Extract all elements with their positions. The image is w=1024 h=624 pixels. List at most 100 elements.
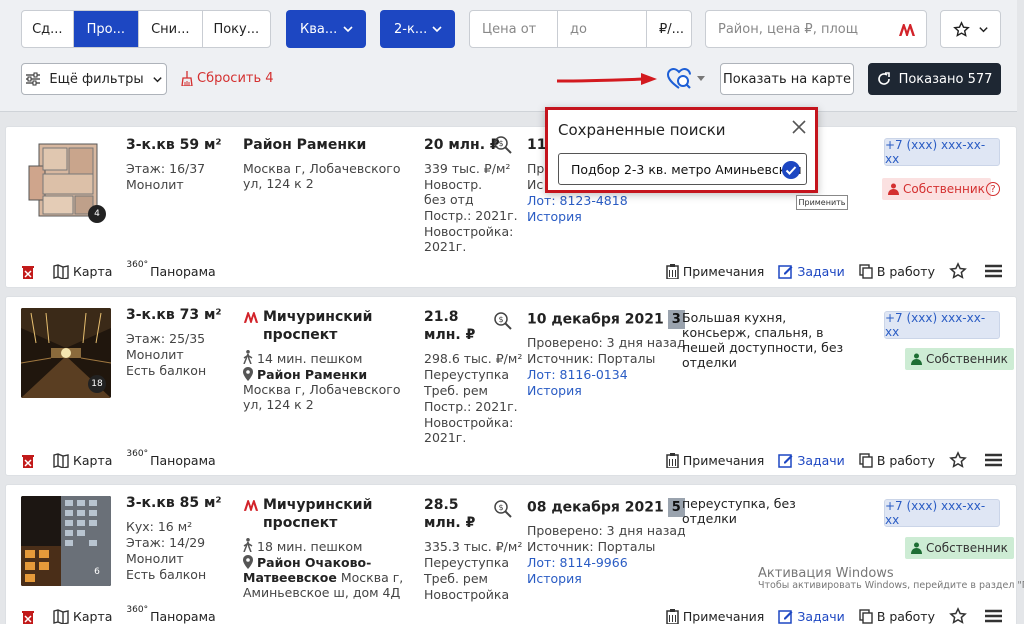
filter-bar: Сд... Про... Сни... Поку... Ква... 2-к..… [0, 0, 1017, 112]
show-results-button[interactable]: Показано 577 [868, 63, 1001, 95]
object-type-dropdown[interactable]: Ква... [286, 10, 366, 48]
listing-material: Монолит [126, 177, 184, 192]
delete-button[interactable] [21, 264, 39, 279]
sliders-icon [26, 72, 41, 86]
notes-button[interactable]: Примечания [666, 263, 764, 279]
to-work-button[interactable]: В работу [859, 609, 935, 624]
saved-search-item[interactable]: Подбор 2-3 кв. метро Аминьевская [558, 153, 807, 185]
reset-filters-button[interactable]: Сбросить 4 [181, 71, 274, 86]
listing-card[interactable]: 4 3-к.кв 59 м² Этаж: 16/37 Монолит Район… [5, 126, 1017, 288]
apply-check-icon[interactable] [781, 160, 801, 180]
listing-date-text: 10 декабря 2021 [527, 311, 664, 328]
deal-type-rent[interactable]: Сни... [139, 11, 203, 47]
menu-button[interactable] [985, 609, 1006, 623]
to-work-button[interactable]: В работу [859, 453, 935, 468]
tasks-button[interactable]: Задачи [778, 609, 845, 624]
help-icon[interactable]: ? [986, 182, 1000, 196]
more-filters-button[interactable]: Ещё фильтры [21, 63, 167, 95]
star-icon [949, 262, 967, 279]
phone-button[interactable]: +7 (xxx) xxx-xx-xx [884, 311, 1000, 339]
rooms-dropdown[interactable]: 2-к... [380, 10, 455, 48]
listing-title[interactable]: 3-к.кв 85 м² [126, 496, 222, 511]
deal-type-purchase[interactable]: Поку... [203, 11, 270, 47]
metro-icon[interactable] [898, 23, 916, 37]
tasks-button[interactable]: Задачи [778, 264, 845, 279]
price-search-icon[interactable]: $ [493, 135, 513, 155]
popup-title: Сохраненные поиски [558, 121, 726, 139]
listing-card[interactable]: 18 3-к.кв 73 м² Этаж: 25/35 Монолит Есть… [5, 296, 1017, 476]
location-search-input[interactable]: Район, цена ₽, площ [705, 10, 927, 48]
listing-card[interactable]: 6 3-к.кв 85 м² Кух: 16 м² Этаж: 14/29 Мо… [5, 484, 1017, 624]
map-button[interactable]: Карта [53, 453, 112, 468]
walking-icon [243, 538, 253, 552]
apply-tooltip: Применить [796, 195, 848, 210]
listing-floor: Этаж: 16/37 [126, 161, 206, 176]
saved-searches-button[interactable] [666, 67, 705, 91]
hamburger-icon [985, 264, 1002, 278]
caret-down-icon [697, 76, 705, 81]
deal-type-sale[interactable]: Сд... [22, 11, 74, 47]
price-from-input[interactable]: Цена от [469, 10, 558, 48]
listing-address-text: Москва г, Лобачевского ул, 124 к 2 [243, 382, 401, 412]
history-link[interactable]: История [527, 571, 582, 586]
favorite-button[interactable] [949, 607, 971, 624]
listing-title[interactable]: 3-к.кв 59 м² [126, 138, 222, 153]
source-info: Ис [527, 177, 544, 192]
build-year: Постр.: 2021г. [424, 208, 518, 223]
checked-info: Проверено: 3 дня назад [527, 523, 686, 538]
annotation-arrow [557, 73, 657, 85]
currency-select[interactable]: ₽/... [646, 10, 692, 48]
listing-date: 11 [527, 137, 547, 153]
panorama-button[interactable]: 360° Панорама [126, 260, 216, 279]
svg-text:$: $ [498, 315, 503, 324]
clipboard-icon [666, 263, 679, 279]
favorite-button[interactable] [949, 451, 971, 469]
delete-button[interactable] [21, 453, 39, 468]
map-button[interactable]: Карта [53, 609, 112, 624]
listing-balcony: Есть балкон [126, 567, 207, 582]
listing-kitchen: Кух: 16 м² [126, 519, 193, 534]
close-icon[interactable] [791, 119, 807, 135]
to-work-button[interactable]: В работу [859, 264, 935, 279]
panorama-button[interactable]: 360° Панорама [126, 449, 215, 468]
owner-badge: Собственник [882, 178, 991, 200]
history-link[interactable]: История [527, 209, 582, 224]
lot-link[interactable]: Лот: 8123-4818 [527, 193, 628, 208]
checked-info: Проверено: 3 дня назад [527, 335, 686, 350]
map-button[interactable]: Карта [53, 264, 112, 279]
new-building-year: Новостройка: 2021г. [424, 224, 514, 254]
owner-badge: Собственник [905, 537, 1014, 559]
deal-type-buy[interactable]: Про... [73, 11, 140, 47]
favorite-button[interactable] [949, 262, 971, 280]
menu-button[interactable] [985, 264, 1006, 278]
metro-icon [243, 312, 259, 323]
photo-thumbnail[interactable]: 18 [21, 308, 111, 398]
notes-label: Примечания [682, 452, 765, 468]
listing-address: Москва г, Лобачевского ул, 124 к 2 [243, 161, 401, 191]
floorplan-thumbnail[interactable]: 4 [21, 138, 111, 228]
price-to-input[interactable]: до [557, 10, 647, 48]
heart-search-icon [666, 67, 691, 89]
history-link[interactable]: История [527, 383, 582, 398]
lot-link[interactable]: Лот: 8114-9966 [527, 555, 628, 570]
photo-thumbnail[interactable]: 6 [21, 496, 111, 586]
show-on-map-button[interactable]: Показать на карте [720, 63, 854, 95]
card-actions: Карта 360° Панорама Примечания Задачи В р… [21, 260, 1006, 281]
edit-icon [778, 264, 793, 279]
menu-button[interactable] [985, 453, 1006, 467]
lot-link[interactable]: Лот: 8116-0134 [527, 367, 628, 382]
tasks-button[interactable]: Задачи [778, 453, 845, 468]
notes-button[interactable]: Примечания [666, 608, 764, 624]
phone-button[interactable]: +7 (xxx) xxx-xx-xx [884, 138, 1000, 166]
panorama-button[interactable]: 360° Панорама [126, 605, 215, 624]
map-label: Карта [73, 452, 113, 468]
notes-button[interactable]: Примечания [666, 452, 765, 468]
price-search-icon[interactable]: $ [493, 311, 513, 331]
delete-button[interactable] [21, 609, 39, 624]
phone-button[interactable]: +7 (xxx) xxx-xx-xx [884, 499, 1000, 527]
trash-icon [22, 610, 34, 624]
price-search-icon[interactable]: $ [493, 499, 513, 519]
panorama-label: Панорама [150, 263, 216, 279]
listing-title[interactable]: 3-к.кв 73 м² [126, 308, 222, 323]
favorites-dropdown[interactable] [940, 10, 1001, 48]
